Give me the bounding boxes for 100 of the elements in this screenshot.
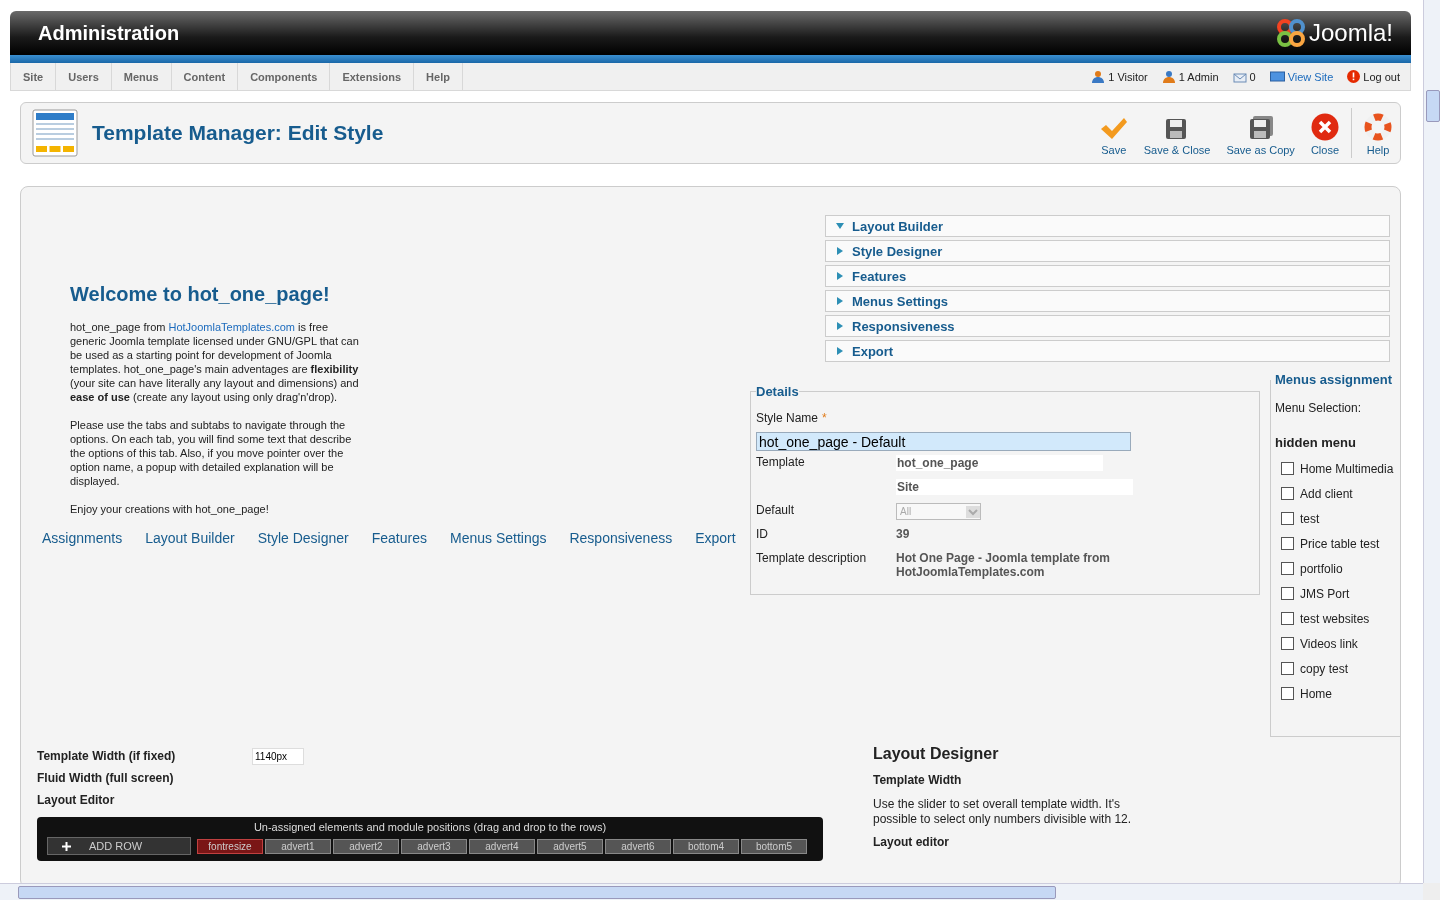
monitor-icon bbox=[1269, 70, 1285, 83]
field-value: Hot One Page - Joomla template from HotJoomlaTemplates.com bbox=[896, 551, 1112, 579]
tab-link[interactable]: Features bbox=[371, 530, 427, 546]
checkbox-label: test bbox=[1300, 511, 1320, 526]
setting-label: Layout Editor bbox=[37, 793, 116, 807]
logo-text: Joomla! bbox=[1308, 19, 1393, 47]
close-icon bbox=[1310, 113, 1339, 141]
logout-link[interactable]: Log out bbox=[1363, 70, 1400, 83]
module-position[interactable]: advert2 bbox=[333, 838, 399, 854]
field-value: 39 bbox=[896, 527, 911, 541]
module-position[interactable]: advert1 bbox=[265, 838, 331, 854]
envelope-icon bbox=[1232, 70, 1247, 83]
setting-label: Template Width (if fixed) bbox=[37, 749, 177, 763]
designer-heading: Layout Designer bbox=[873, 745, 1000, 763]
module-position[interactable]: fontresize bbox=[197, 838, 263, 854]
module-position[interactable]: advert6 bbox=[605, 838, 671, 854]
checkbox[interactable] bbox=[1281, 537, 1294, 550]
checkbox[interactable] bbox=[1281, 687, 1294, 700]
accordion-header[interactable]: Menus Settings bbox=[825, 290, 1390, 312]
menu-item[interactable]: Components bbox=[238, 63, 331, 90]
checkbox-label: Home Multimedia bbox=[1300, 461, 1394, 476]
checkbox[interactable] bbox=[1281, 587, 1294, 600]
caret-icon bbox=[966, 505, 980, 518]
status-count: 1 Admin bbox=[1178, 70, 1219, 83]
accordion-header[interactable]: Export bbox=[825, 340, 1390, 362]
lifebuoy-icon bbox=[1364, 113, 1392, 141]
view-site-link[interactable]: View Site bbox=[1287, 70, 1334, 83]
checkbox-label: JMS Port bbox=[1300, 586, 1350, 601]
checkbox-label: Price table test bbox=[1300, 536, 1380, 551]
module-position[interactable]: bottom4 bbox=[673, 838, 739, 854]
floppy-icon bbox=[1247, 115, 1274, 141]
tab-link[interactable]: Layout Builder bbox=[145, 530, 235, 546]
welcome-heading: Welcome to hot_one_page! bbox=[70, 283, 331, 306]
checkbox[interactable] bbox=[1281, 612, 1294, 625]
save-close-button[interactable]: Save & Close bbox=[1135, 110, 1219, 156]
checkbox[interactable] bbox=[1281, 562, 1294, 575]
menu-item[interactable]: Content bbox=[171, 63, 239, 90]
status-count: 1 Visitor bbox=[1108, 70, 1148, 83]
tab-link[interactable]: Assignments bbox=[42, 530, 123, 546]
user-icon bbox=[1161, 69, 1176, 84]
checkbox[interactable] bbox=[1281, 637, 1294, 650]
menu-item[interactable]: Extensions bbox=[330, 63, 415, 90]
user-icon bbox=[1091, 69, 1106, 84]
horizontal-scrollbar[interactable] bbox=[0, 883, 1423, 900]
checkbox[interactable] bbox=[1281, 662, 1294, 675]
field-label: Default bbox=[756, 503, 795, 517]
field-label: Template bbox=[756, 455, 805, 469]
menu-group-title: hidden menu bbox=[1275, 435, 1357, 450]
checkbox[interactable] bbox=[1281, 512, 1294, 525]
accordion-header[interactable]: Responsiveness bbox=[825, 315, 1390, 337]
logout-icon bbox=[1347, 70, 1361, 83]
checkbox[interactable] bbox=[1281, 462, 1294, 475]
save-copy-button[interactable]: Save as Copy bbox=[1218, 110, 1303, 156]
accordion-header[interactable]: Features bbox=[825, 265, 1390, 287]
close-button[interactable]: Close bbox=[1302, 110, 1347, 156]
status-count: 0 bbox=[1249, 70, 1256, 83]
save-button[interactable]: Save bbox=[1091, 110, 1136, 156]
checkbox-label: Add client bbox=[1300, 486, 1353, 501]
checkbox[interactable] bbox=[1281, 487, 1294, 500]
width-field[interactable]: 1140px bbox=[252, 747, 304, 765]
menu-item[interactable]: Site bbox=[11, 63, 57, 90]
checkbox-label: portfolio bbox=[1300, 561, 1343, 576]
plus-icon bbox=[62, 841, 71, 851]
menu-item[interactable]: Menus bbox=[111, 63, 172, 90]
tab-link[interactable]: Responsiveness bbox=[569, 530, 673, 546]
section-legend: Details bbox=[756, 384, 799, 399]
field-label: ID bbox=[756, 527, 768, 541]
checkbox-label: Videos link bbox=[1300, 636, 1358, 651]
designer-paragraph: Use the slider to set overall template width. It's possible to select only numbers divisible with 12. bbox=[873, 797, 1133, 827]
scrollbar-corner bbox=[1423, 883, 1440, 900]
page-title: Template Manager: Edit Style bbox=[92, 121, 384, 145]
module-position[interactable]: bottom5 bbox=[741, 838, 807, 854]
section-legend: Menus assignment bbox=[1275, 372, 1393, 387]
intro-paragraph: Please use the tabs and subtabs to navigate through the options. On each tab, you will find some text that describe the options of this tab. Also, if you move pointer over the option name, a popup with detailed explanation will be displayed. bbox=[70, 418, 353, 488]
intro-paragraph: hot_one_page from HotJoomlaTemplates.com is free generic Joomla template licensed under GNU/GPL that can be used as a starting point for development of Joomla templates. hot_one_page's main adventages are flexibility (your site can have literally any layout and dimensions) and ease of use (create any layout using only drag'n'drop). bbox=[70, 320, 360, 404]
help-button[interactable]: Help bbox=[1356, 110, 1400, 156]
logo-icon bbox=[1275, 18, 1306, 48]
tab-link[interactable]: Export bbox=[695, 530, 736, 546]
module-position[interactable]: advert4 bbox=[469, 838, 535, 854]
style-name-field[interactable]: hot_one_page - Default bbox=[756, 432, 1131, 451]
header-title: Administration bbox=[38, 21, 180, 45]
module-position[interactable]: advert5 bbox=[537, 838, 603, 854]
checkbox-label: Home bbox=[1300, 686, 1332, 701]
menu-item[interactable]: Help bbox=[414, 63, 463, 90]
module-position[interactable]: advert3 bbox=[401, 838, 467, 854]
readonly-field: Site bbox=[896, 479, 1133, 495]
add-row-button[interactable]: ADD ROW bbox=[47, 837, 191, 855]
tab-link[interactable]: Style Designer bbox=[257, 530, 349, 546]
readonly-field: hot_one_page bbox=[896, 455, 1103, 471]
checkbox-label: test websites bbox=[1300, 611, 1370, 626]
tab-link[interactable]: Menus Settings bbox=[449, 530, 547, 546]
accordion-header[interactable]: Style Designer bbox=[825, 240, 1390, 262]
vertical-scrollbar[interactable] bbox=[1423, 0, 1440, 883]
field-label: Template description bbox=[756, 551, 867, 565]
setting-label: Fluid Width (full screen) bbox=[37, 771, 175, 785]
checkmark-icon bbox=[1099, 117, 1128, 141]
accordion-header[interactable]: Layout Builder bbox=[825, 215, 1390, 237]
site-link[interactable]: HotJoomlaTemplates.com bbox=[168, 321, 296, 333]
menu-item[interactable]: Users bbox=[56, 63, 112, 90]
field-label: Menu Selection: bbox=[1275, 401, 1363, 415]
